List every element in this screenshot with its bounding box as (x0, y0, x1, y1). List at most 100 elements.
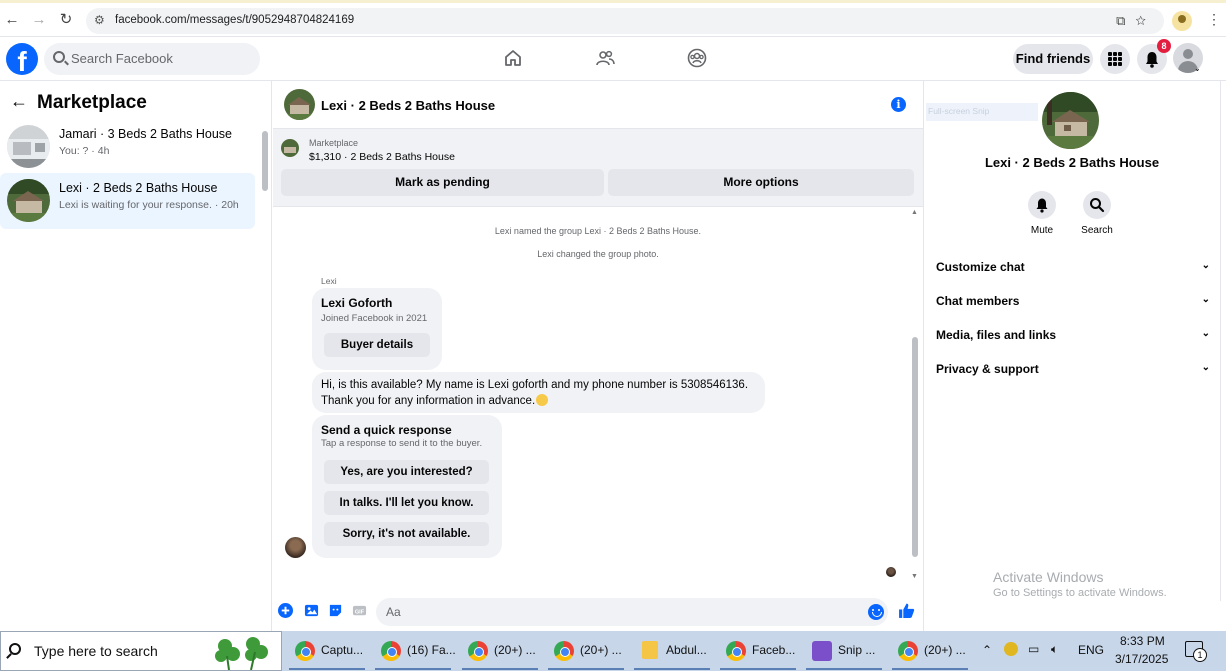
back-icon[interactable]: ← (4, 12, 20, 28)
message-line: Hi, is this available? My name is Lexi g… (321, 379, 749, 391)
chevron-down-icon: ⌄ (1201, 260, 1210, 271)
page-scrollbar[interactable] (1219, 81, 1226, 631)
menu-button[interactable] (1100, 44, 1130, 74)
forward-icon[interactable]: → (31, 12, 47, 28)
sticker-icon[interactable] (328, 603, 343, 618)
quick-response-not-available[interactable]: Sorry, it's not available. (324, 522, 489, 546)
conversation-preview: Lexi is waiting for your response. · 20h (59, 199, 239, 211)
clock-date[interactable]: 3/17/2025 (1115, 652, 1168, 666)
chat-scrollbar[interactable]: ▲ ▼ (911, 207, 921, 587)
media-files-section[interactable]: Media, files and links ⌄ (936, 328, 1216, 348)
active-indicator (375, 668, 451, 670)
taskbar-app-label: (20+) ... (924, 643, 966, 657)
security-icon[interactable] (1004, 642, 1018, 656)
scrollbar-thumb[interactable] (912, 337, 918, 557)
taskbar-app-label: Captu... (321, 643, 364, 657)
chat-title[interactable]: Lexi · 2 Beds 2 Baths House (321, 98, 495, 113)
thumbs-up-icon[interactable] (898, 602, 915, 619)
search-icon[interactable] (1083, 191, 1111, 219)
taskbar-search-placeholder: Type here to search (34, 643, 158, 659)
message-placeholder: Aa (386, 605, 401, 619)
url-text[interactable]: facebook.com/messages/t/9052948704824169 (115, 14, 354, 26)
photo-icon[interactable] (304, 603, 319, 618)
taskbar-app-2[interactable]: (16) Fa... (371, 631, 456, 671)
group-avatar[interactable] (1042, 92, 1099, 149)
scrollbar-thumb[interactable] (1220, 81, 1225, 601)
quick-response-in-talks[interactable]: In talks. I'll let you know. (324, 491, 489, 515)
chrome-icon (295, 641, 315, 661)
chat-avatar[interactable] (284, 89, 315, 120)
listing-thumbnail (7, 179, 50, 222)
friends-icon (596, 50, 615, 66)
marketplace-banner: Marketplace $1,310 · 2 Beds 2 Baths Hous… (273, 129, 923, 207)
mute-action[interactable]: Mute (1012, 191, 1072, 236)
reload-icon[interactable]: ↻ (58, 12, 74, 28)
chevron-down-icon[interactable]: ⌄ (1194, 64, 1201, 73)
taskbar-app-label: (20+) ... (494, 643, 536, 657)
volume-icon[interactable]: 🔈︎ (1051, 642, 1058, 657)
clock-time[interactable]: 8:33 PM (1120, 634, 1165, 648)
taskbar-app-1[interactable]: Captu... (285, 631, 369, 671)
scroll-up-icon[interactable]: ▲ (911, 209, 918, 216)
taskbar-app-5[interactable]: Abdul... (630, 631, 714, 671)
taskbar-app-8[interactable]: (20+) ... (888, 631, 972, 671)
notification-badge: 8 (1157, 39, 1171, 53)
quick-response-yes[interactable]: Yes, are you interested? (324, 460, 489, 484)
search-action[interactable]: Search (1067, 191, 1127, 236)
conversation-item-active[interactable]: Lexi · 2 Beds 2 Baths House Lexi is wait… (0, 173, 255, 229)
taskbar-app-3[interactable]: (20+) ... (458, 631, 542, 671)
emoji-icon[interactable] (868, 604, 884, 620)
scroll-down-icon[interactable]: ▼ (911, 573, 918, 580)
facebook-logo-icon[interactable]: f (6, 43, 38, 75)
buyer-details-button[interactable]: Buyer details (324, 333, 430, 357)
site-info-icon[interactable]: ⚙ (94, 13, 105, 27)
sender-avatar[interactable] (285, 537, 306, 558)
browser-profile-icon[interactable] (1172, 11, 1192, 31)
back-arrow-icon[interactable]: ← (10, 91, 28, 112)
bookmark-star-icon[interactable]: ⧉☆ (1116, 13, 1156, 29)
taskbar-app-4[interactable]: (20+) ... (544, 631, 628, 671)
listing-price[interactable]: $1,310 · 2 Beds 2 Baths House (309, 151, 455, 163)
message-bubble: Hi, is this available? My name is Lexi g… (312, 372, 765, 413)
conversation-title: Jamari · 3 Beds 2 Baths House (59, 127, 232, 141)
address-bar[interactable]: ⚙ facebook.com/messages/t/90529487048241… (86, 8, 1164, 34)
more-options-button[interactable]: More options (608, 169, 914, 196)
svg-text:GIF: GIF (355, 609, 365, 615)
language-indicator[interactable]: ENG (1078, 643, 1104, 657)
customize-chat-section[interactable]: Customize chat ⌄ (936, 260, 1216, 280)
chevron-down-icon: ⌄ (1201, 362, 1210, 373)
groups-nav[interactable] (667, 37, 727, 81)
taskbar-search-box[interactable]: Type here to search (0, 631, 282, 671)
message-input[interactable]: Aa (376, 598, 888, 626)
taskbar-app-6[interactable]: Faceb... (716, 631, 800, 671)
quick-response-title: Send a quick response (321, 423, 452, 437)
facebook-search-input[interactable]: Search Facebook (44, 43, 260, 75)
home-nav[interactable] (483, 37, 543, 81)
activation-watermark-title: Activate Windows (993, 569, 1104, 585)
bell-icon[interactable] (1028, 191, 1056, 219)
plus-circle-icon[interactable] (278, 603, 293, 618)
quick-response-subtitle: Tap a response to send it to the buyer. (321, 438, 483, 449)
gif-icon[interactable]: GIF (352, 603, 367, 618)
battery-icon[interactable]: ▭ (1028, 642, 1039, 656)
section-label: Media, files and links (936, 328, 1057, 342)
scrollbar[interactable] (262, 121, 268, 211)
chevron-up-icon[interactable]: ⌃ (982, 643, 992, 657)
browser-menu-icon[interactable]: ⋮ (1207, 11, 1221, 28)
mark-pending-button[interactable]: Mark as pending (281, 169, 604, 196)
groups-icon (687, 48, 707, 68)
quick-response-card: Send a quick response Tap a response to … (312, 415, 502, 558)
scrollbar-thumb[interactable] (262, 131, 268, 191)
friends-nav[interactable] (575, 37, 635, 81)
chat-members-section[interactable]: Chat members ⌄ (936, 294, 1216, 314)
taskbar-app-7[interactable]: Snip ... (802, 631, 886, 671)
marketplace-label: Marketplace (309, 138, 359, 148)
taskbar-app-label: (20+) ... (580, 643, 622, 657)
section-label: Customize chat (936, 260, 1025, 274)
message-composer: GIF Aa (273, 594, 923, 631)
privacy-support-section[interactable]: Privacy & support ⌄ (936, 362, 1216, 382)
find-friends-button[interactable]: Find friends (1013, 44, 1093, 74)
chat-header: Lexi · 2 Beds 2 Baths House i (273, 81, 923, 129)
conversation-item[interactable]: Jamari · 3 Beds 2 Baths House You: ? · 4… (0, 119, 255, 175)
info-icon[interactable]: i (891, 97, 906, 112)
